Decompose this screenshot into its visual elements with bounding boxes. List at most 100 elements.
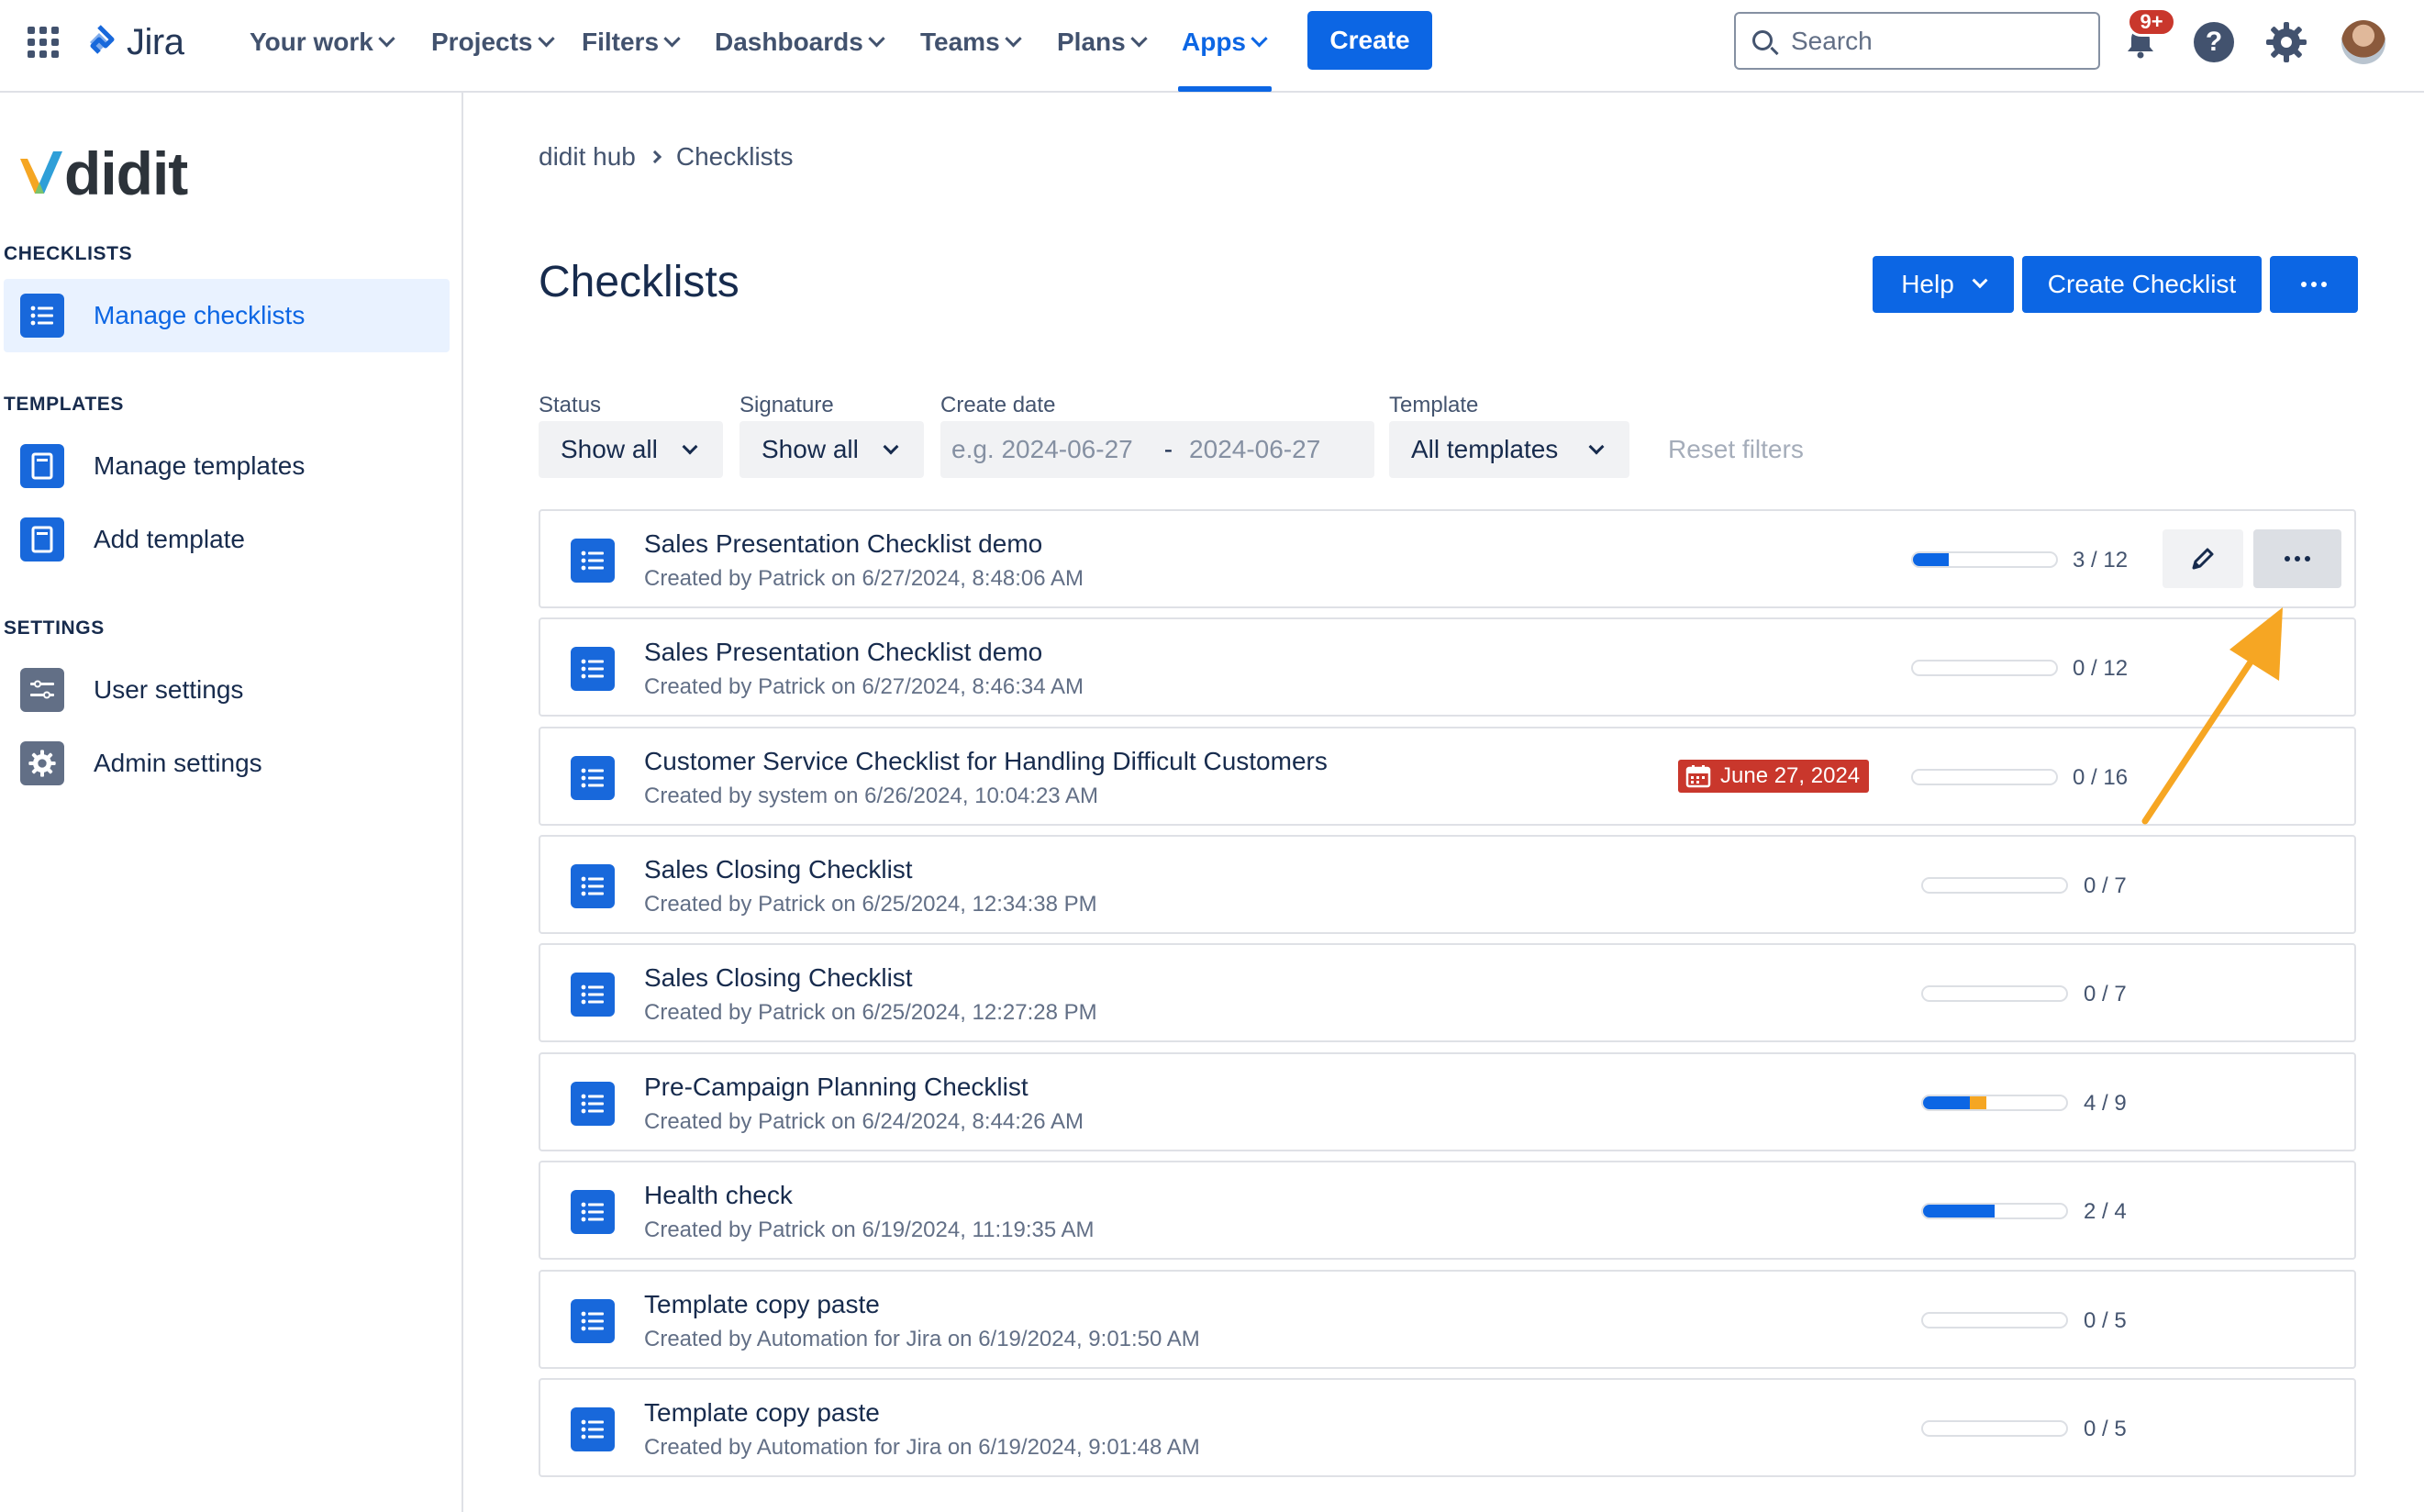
checklist-title[interactable]: Pre-Campaign Planning Checklist [644, 1073, 1029, 1102]
nav-apps[interactable]: Apps [1182, 22, 1268, 62]
create-date-range: e.g. 2024-06-27 - 2024-06-27 [940, 421, 1374, 478]
chevron-right-icon [648, 150, 662, 164]
date-range-separator: - [1163, 435, 1173, 463]
progress-count: 0 / 5 [2084, 1417, 2127, 1441]
app-switcher-icon[interactable] [28, 27, 59, 58]
progress-count: 4 / 9 [2084, 1091, 2127, 1116]
nav-your-work[interactable]: Your work [250, 22, 395, 62]
top-navigation: Jira Your work Projects Filters Dashboar… [0, 0, 2424, 93]
checklist-title[interactable]: Customer Service Checklist for Handling … [644, 747, 1328, 776]
sidebar-item-admin-settings[interactable]: Admin settings [4, 727, 450, 800]
product-name: Jira [127, 21, 184, 62]
search-icon [1752, 30, 1773, 50]
nav-teams[interactable]: Teams [920, 22, 1022, 62]
checklist-row[interactable]: Sales Closing Checklist Created by Patric… [539, 835, 2356, 934]
checklist-row[interactable]: Sales Presentation Checklist demo Created… [539, 617, 2356, 717]
progress-count: 0 / 16 [2073, 765, 2129, 790]
checklist-title[interactable]: Sales Presentation Checklist demo [644, 638, 1042, 667]
checklist-row[interactable]: Health check Created by Patrick on 6/19/2… [539, 1161, 2356, 1260]
help-button[interactable]: Help [1873, 256, 2014, 313]
notifications-badge: 9+ [2127, 7, 2176, 37]
search-input[interactable]: Search [1734, 12, 2100, 70]
checklist-created-info: Created by Patrick on 6/25/2024, 12:27:2… [644, 1000, 1097, 1025]
checklist-created-info: Created by Patrick on 6/19/2024, 11:19:3… [644, 1217, 1095, 1242]
checklist-row[interactable]: Pre-Campaign Planning Checklist Created b… [539, 1052, 2356, 1151]
create-button[interactable]: Create [1307, 11, 1432, 70]
didit-logo-text: didit [64, 139, 188, 207]
checklist-icon [571, 864, 615, 908]
sidebar-item-manage-checklists[interactable]: Manage checklists [4, 279, 450, 352]
checklist-title[interactable]: Sales Presentation Checklist demo [644, 529, 1042, 559]
checklist-row[interactable]: Sales Presentation Checklist demo Created… [539, 509, 2356, 608]
nav-label: Projects [431, 28, 533, 56]
jira-logo[interactable]: Jira [81, 20, 184, 64]
chevron-down-icon [1251, 29, 1268, 47]
due-date-text: June 27, 2024 [1720, 763, 1861, 788]
checklist-row[interactable]: Template copy paste Created by Automation… [539, 1378, 2356, 1477]
didit-logo[interactable]: didit [17, 139, 188, 207]
checklist-icon [571, 1082, 615, 1126]
nav-label: Plans [1057, 28, 1126, 56]
status-filter-select[interactable]: Show all [539, 421, 723, 478]
chevron-down-icon [1588, 439, 1605, 455]
filter-label-signature: Signature [739, 393, 834, 417]
edit-checklist-button[interactable] [2163, 529, 2243, 588]
nav-projects[interactable]: Projects [431, 22, 555, 62]
didit-logo-mark [20, 151, 62, 194]
settings-gear-icon[interactable] [2264, 20, 2308, 64]
reset-filters-link[interactable]: Reset filters [1668, 435, 1804, 464]
status-filter-value: Show all [561, 435, 658, 463]
checklist-icon [571, 539, 615, 583]
sidebar: didit CHECKLISTS Manage checklists TEMPL… [0, 93, 463, 1512]
more-actions-button[interactable] [2270, 256, 2358, 313]
breadcrumb-item[interactable]: didit hub [539, 142, 636, 172]
more-icon [2285, 556, 2310, 561]
chevron-down-icon [868, 29, 885, 47]
template-filter-select[interactable]: All templates [1389, 421, 1629, 478]
sidebar-item-label: User settings [94, 675, 244, 704]
nav-label: Your work [250, 28, 373, 56]
chevron-down-icon [1130, 29, 1148, 47]
progress-count: 3 / 12 [2073, 548, 2129, 573]
sidebar-item-add-template[interactable]: Add template [4, 503, 450, 576]
nav-plans[interactable]: Plans [1057, 22, 1148, 62]
breadcrumb-item[interactable]: Checklists [676, 142, 794, 172]
nav-dashboards[interactable]: Dashboards [715, 22, 885, 62]
user-avatar[interactable] [2341, 20, 2385, 64]
progress-bar [1921, 1203, 2068, 1219]
checklist-row[interactable]: Sales Closing Checklist Created by Patric… [539, 943, 2356, 1042]
checklist-icon [571, 756, 615, 800]
checklist-row[interactable]: Template copy paste Created by Automation… [539, 1270, 2356, 1369]
sidebar-item-label: Admin settings [94, 749, 262, 777]
gear-icon [20, 741, 64, 785]
checklist-title[interactable]: Health check [644, 1181, 793, 1210]
checklist-title[interactable]: Template copy paste [644, 1290, 880, 1319]
checklist-title[interactable]: Sales Closing Checklist [644, 963, 913, 993]
sidebar-item-manage-templates[interactable]: Manage templates [4, 429, 450, 503]
checklist-row[interactable]: Customer Service Checklist for Handling … [539, 727, 2356, 826]
more-icon [2301, 282, 2327, 287]
checklist-icon [571, 1299, 615, 1343]
progress-bar [1921, 985, 2068, 1002]
calendar-icon [1685, 765, 1711, 788]
sidebar-item-user-settings[interactable]: User settings [4, 653, 450, 727]
progress-count: 2 / 4 [2084, 1199, 2127, 1224]
checklist-created-info: Created by Patrick on 6/27/2024, 8:48:06… [644, 566, 1084, 591]
nav-filters[interactable]: Filters [582, 22, 681, 62]
checklist-title[interactable]: Template copy paste [644, 1398, 880, 1428]
section-checklists: CHECKLISTS [4, 243, 133, 264]
signature-filter-select[interactable]: Show all [739, 421, 924, 478]
progress-count: 0 / 7 [2084, 982, 2127, 1006]
help-icon[interactable]: ? [2194, 22, 2234, 62]
create-checklist-button[interactable]: Create Checklist [2022, 256, 2262, 313]
row-more-actions-button[interactable] [2253, 529, 2341, 588]
date-to-input[interactable]: 2024-06-27 [1189, 435, 1320, 464]
sidebar-item-label: Manage checklists [94, 301, 306, 329]
nav-label: Apps [1182, 28, 1246, 56]
checklist-title[interactable]: Sales Closing Checklist [644, 855, 913, 884]
nav-label: Filters [582, 28, 660, 56]
active-nav-indicator [1178, 86, 1272, 92]
date-from-input[interactable]: e.g. 2024-06-27 [951, 435, 1133, 464]
section-templates: TEMPLATES [4, 394, 125, 415]
filter-label-status: Status [539, 393, 602, 417]
